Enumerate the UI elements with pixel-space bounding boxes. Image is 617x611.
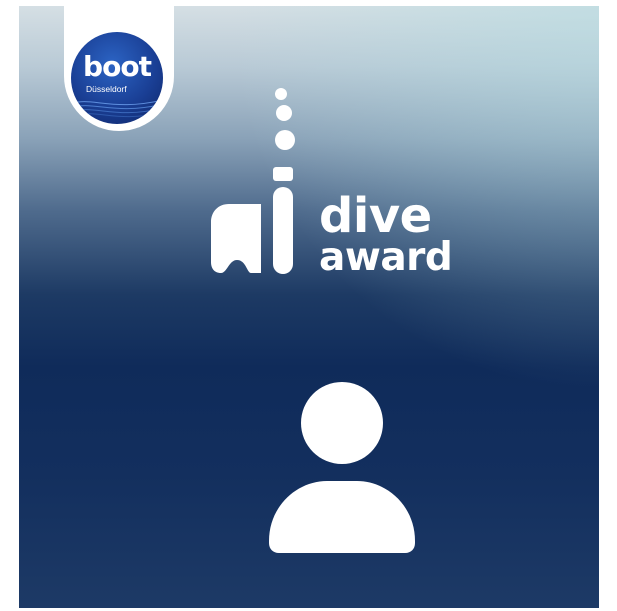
logo-word: boot	[83, 50, 152, 83]
profile-card: boot Düsseldorf dive award	[19, 6, 599, 608]
boot-dusseldorf-logo[interactable]: boot Düsseldorf	[71, 32, 163, 124]
wave-lines-icon	[71, 99, 163, 118]
award-title-line1: dive	[319, 188, 432, 244]
award-title-line2: award	[319, 235, 453, 280]
user-placeholder-icon[interactable]	[267, 381, 417, 556]
diving-mask-snorkel-icon	[211, 88, 295, 274]
